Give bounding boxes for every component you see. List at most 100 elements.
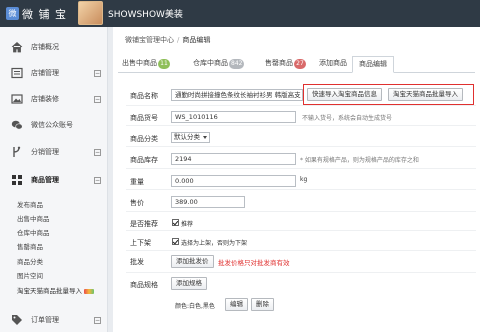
shop-avatar[interactable] [78, 1, 103, 25]
field-label: 是否推荐 [130, 220, 158, 228]
delete-spec-button[interactable]: 删除 [251, 298, 274, 311]
field-label: 批发 [130, 258, 144, 266]
expand-icon[interactable]: − [94, 316, 101, 324]
collapse-icon[interactable]: − [94, 176, 101, 184]
tab-sold-out[interactable]: 售罄商品 27 [265, 56, 306, 73]
image-icon [11, 94, 23, 104]
divider [126, 272, 476, 273]
count-badge: 842 [229, 59, 245, 69]
subnav-publish-product[interactable]: 发布商品 [17, 199, 43, 209]
price-input[interactable]: 389.00 [171, 196, 245, 208]
breadcrumb-current: 商品编辑 [182, 36, 211, 44]
weight-input[interactable]: 0.000 [171, 175, 296, 187]
sidebar-item-wechat-account[interactable]: 微信公众账号 [0, 113, 108, 137]
count-badge: 27 [294, 59, 306, 69]
recommend-text: 推荐 [181, 221, 194, 228]
add-wholesale-price-button[interactable]: 添加批发价 [171, 255, 214, 268]
brand-name: 微 铺 宝 [22, 7, 67, 21]
import-taobao-button[interactable]: 快速导入淘宝商品信息 [307, 88, 382, 101]
tab-on-sale[interactable]: 出售中商品 11 [122, 56, 170, 73]
divider [126, 168, 476, 169]
shop-name[interactable]: SHOWSHOW美装 [108, 7, 183, 20]
divider [126, 189, 476, 190]
recommend-checkbox[interactable] [172, 219, 179, 226]
field-label: 售价 [130, 199, 144, 207]
sidebar-item-label: 订单管理 [31, 316, 59, 324]
edit-spec-button[interactable]: 编辑 [225, 298, 248, 311]
breadcrumb: 微铺宝管理中心 / 商品编辑 [125, 35, 210, 45]
field-label: 商品分类 [130, 135, 158, 143]
sidebar-item-product-management[interactable]: 商品管理 − [0, 168, 108, 192]
field-label: 商品名称 [130, 92, 158, 100]
subnav-image-space[interactable]: 图片空间 [17, 270, 43, 280]
subnav-on-sale[interactable]: 出售中商品 [17, 213, 50, 223]
stock-input[interactable]: 2194 [171, 153, 296, 165]
tab-label: 仓库中商品 [193, 59, 228, 67]
breadcrumb-root[interactable]: 微铺宝管理中心 [125, 36, 174, 44]
category-select[interactable]: 默认分类 [171, 132, 210, 143]
sidebar-item-distribution[interactable]: 分销管理 − [0, 140, 108, 164]
wholesale-warning: 批发价格只对批发商有效 [218, 259, 290, 267]
brand[interactable]: 微 微 铺 宝 [6, 6, 67, 21]
sidebar-item-label: 微信公众账号 [31, 121, 73, 129]
sidebar-item-order-management[interactable]: 订单管理 − [0, 308, 108, 332]
expand-icon[interactable]: − [94, 148, 101, 156]
sidebar-item-label: 店铺装修 [31, 95, 59, 103]
shelf-text: 选择为上架，否则为下架 [181, 240, 248, 247]
breadcrumb-separator: / [177, 36, 180, 44]
sku-hint: 不输入货号，系统会自动生成货号 [302, 115, 393, 122]
sidebar-item-shop-management[interactable]: 店铺管理 − [0, 61, 108, 85]
sku-input[interactable]: WS_1010116 [171, 111, 296, 123]
sidebar-item-shop-decoration[interactable]: 店铺装修 − [0, 87, 108, 111]
subnav-sold-out[interactable]: 售罄商品 [17, 241, 43, 251]
sidebar-item-overview[interactable]: 店铺概况 [0, 35, 108, 59]
field-label: 上下架 [130, 239, 151, 247]
fork-icon [13, 146, 21, 157]
subnav-batch-import[interactable]: 淘宝天猫商品批量导入 [17, 285, 94, 295]
divider [126, 125, 476, 126]
tab-bar: 出售中商品 11 仓库中商品 842 售罄商品 27 添加商品 商品编辑 [118, 54, 475, 73]
field-label: 商品库存 [130, 156, 158, 164]
field-label: 商品规格 [130, 281, 158, 289]
tab-edit-product[interactable]: 商品编辑 [352, 56, 394, 73]
stock-hint: * 如果有规格产品，则为规格产品的库存之和 [300, 157, 419, 164]
sidebar-item-label: 分销管理 [31, 148, 59, 156]
subnav-warehouse[interactable]: 仓库中商品 [17, 227, 50, 237]
add-spec-button[interactable]: 添加规格 [171, 277, 207, 290]
subnav-category[interactable]: 商品分类 [17, 256, 43, 266]
tab-label: 出售中商品 [122, 59, 157, 67]
main-panel: 微铺宝管理中心 / 商品编辑 出售中商品 11 仓库中商品 842 售罄商品 27 添加商… [113, 27, 480, 332]
sidebar-item-label: 店铺管理 [31, 69, 59, 77]
field-label: 重量 [130, 178, 144, 186]
divider [126, 250, 476, 251]
list-icon [11, 67, 23, 79]
top-bar: 微 微 铺 宝 SHOWSHOW美装 [0, 0, 480, 27]
expand-icon[interactable]: − [94, 69, 101, 77]
on-shelf-checkbox[interactable] [172, 238, 179, 245]
wechat-icon [11, 120, 23, 130]
weight-unit: kg [300, 176, 308, 183]
chevron-down-icon [203, 136, 207, 139]
tab-label: 添加商品 [319, 59, 347, 67]
category-selected: 默认分类 [174, 133, 200, 141]
product-name-input[interactable]: 通勤时尚拼接撞色条纹长袖衬衫男 韩版高支 [171, 89, 303, 101]
subnav-batch-import-label: 淘宝天猫商品批量导入 [17, 287, 82, 295]
divider [126, 146, 476, 147]
divider [126, 230, 476, 231]
count-badge: 11 [158, 59, 170, 69]
tab-add-product[interactable]: 添加商品 [319, 56, 347, 73]
tag-icon [12, 315, 22, 325]
field-label: 商品货号 [130, 114, 158, 122]
sidebar-item-label: 店铺概况 [31, 43, 59, 51]
tab-label: 商品编辑 [359, 60, 387, 68]
home-icon [11, 41, 23, 53]
tab-warehouse[interactable]: 仓库中商品 842 [193, 56, 245, 73]
tab-label: 售罄商品 [265, 59, 293, 67]
spec-value: 颜色:白色,黑色 [175, 303, 215, 310]
divider [126, 211, 476, 212]
brand-logo: 微 [6, 7, 19, 20]
batch-import-button[interactable]: 淘宝天猫商品批量导入 [388, 88, 463, 101]
sidebar: 店铺概况 店铺管理 − 店铺装修 − 微信公众账号 分销管理 − 商品管理 − … [0, 27, 108, 332]
expand-icon[interactable]: − [94, 95, 101, 103]
sidebar-item-label: 商品管理 [31, 176, 59, 184]
